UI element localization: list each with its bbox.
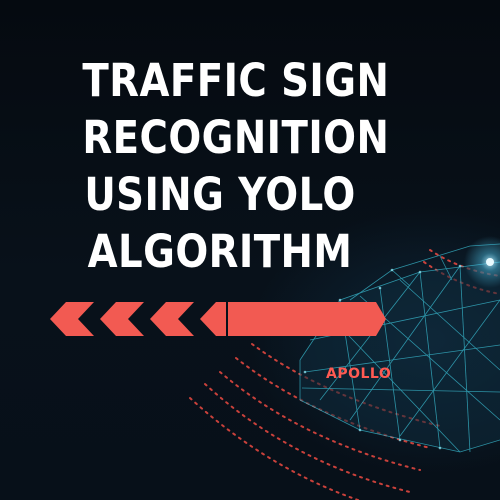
page-title: TRAFFIC SIGN RECOGNITION USING YOLO ALGO… — [82, 52, 390, 280]
chevron-arrow-bar-icon — [50, 302, 386, 336]
brand-label: APOLLO — [326, 366, 392, 382]
title-line-4: ALGORITHM — [87, 225, 353, 278]
title-line-1: TRAFFIC SIGN — [82, 54, 390, 107]
title-line-3: USING YOLO — [84, 168, 356, 221]
cover-canvas: TRAFFIC SIGN RECOGNITION USING YOLO ALGO… — [0, 0, 500, 500]
title-line-2: RECOGNITION — [82, 111, 390, 164]
